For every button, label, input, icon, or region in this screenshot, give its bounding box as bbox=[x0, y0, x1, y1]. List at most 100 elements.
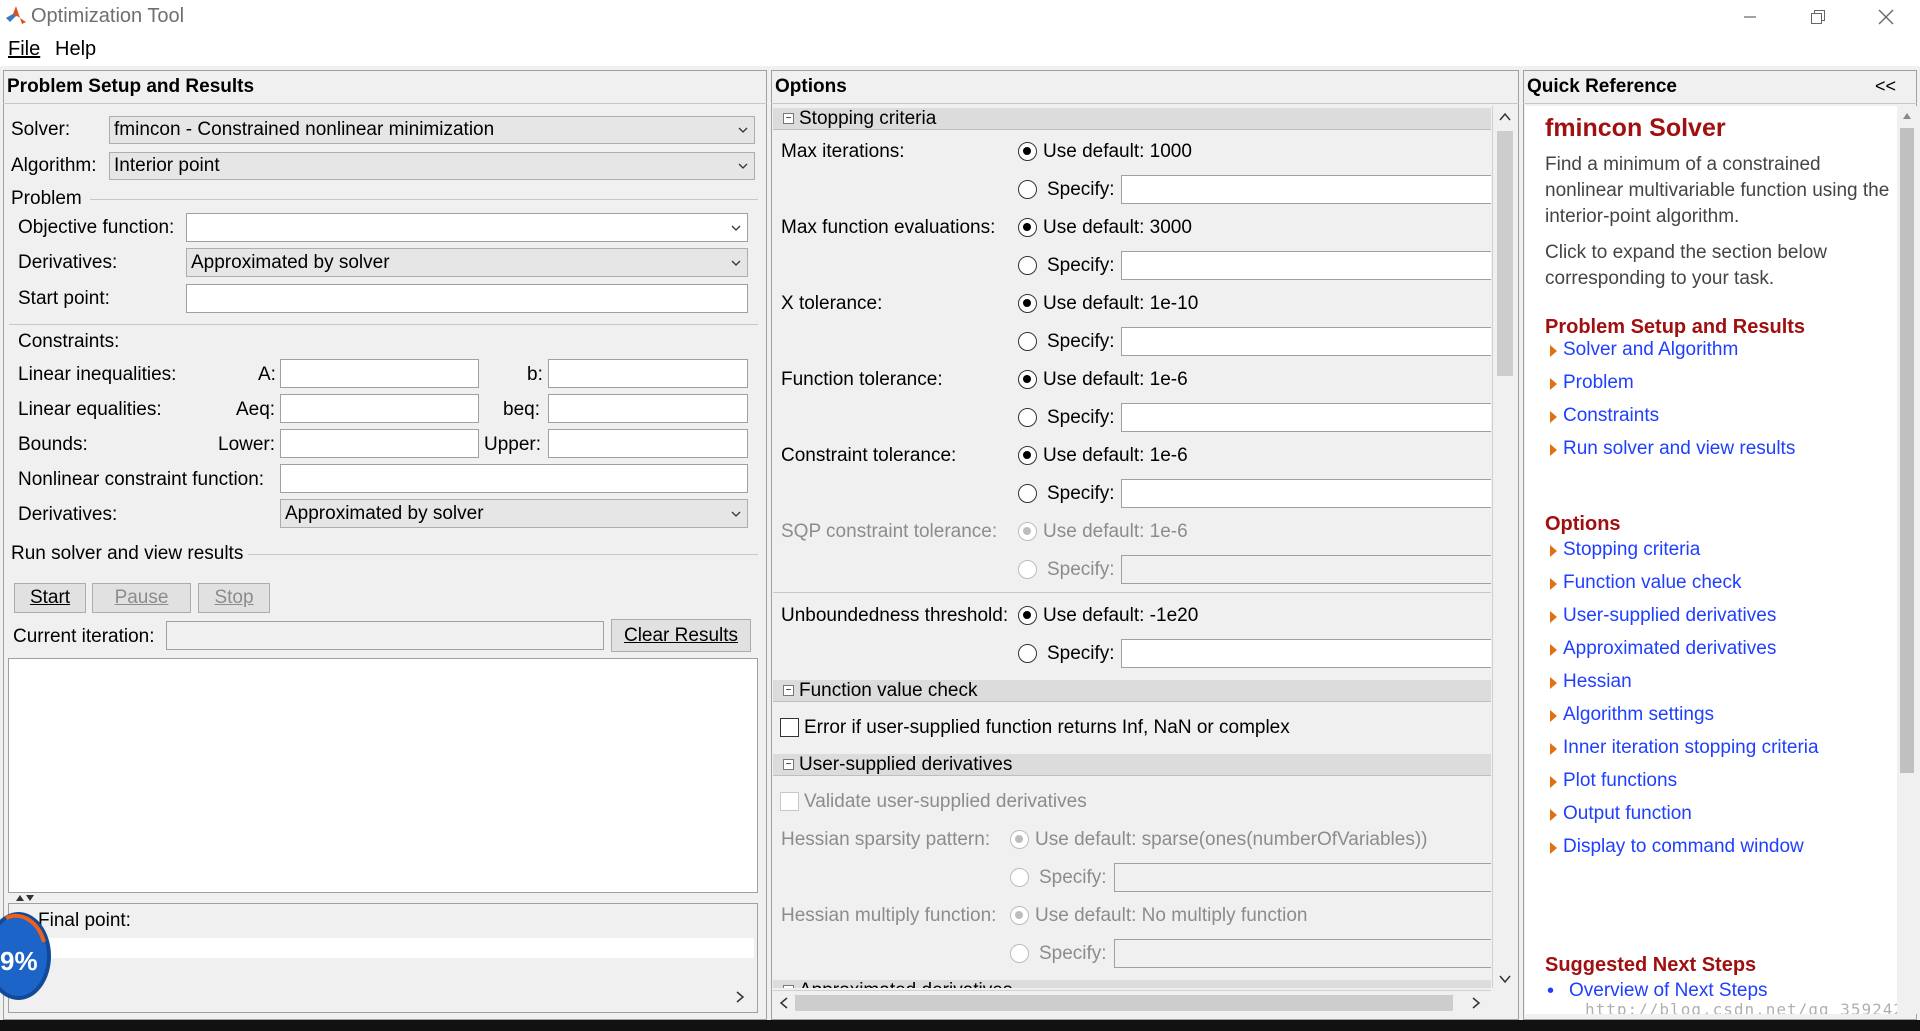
options-scroll-area: − Stopping criteria Max iterations: Use … bbox=[773, 106, 1491, 988]
qr-vertical-scrollbar[interactable] bbox=[1897, 106, 1917, 1014]
chevron-up-icon[interactable] bbox=[1499, 112, 1511, 122]
qr-link-run-solver-and-view-results[interactable]: Run solver and view results bbox=[1563, 438, 1795, 460]
validate-derivatives-checkbox[interactable] bbox=[780, 792, 799, 811]
derivatives-dropdown[interactable]: Approximated by solver bbox=[186, 248, 748, 277]
hessian-sparsity-specify-radio[interactable] bbox=[1010, 868, 1029, 887]
options-vertical-scrollbar[interactable] bbox=[1492, 106, 1516, 988]
algorithm-dropdown[interactable]: Interior point bbox=[109, 152, 755, 180]
lower-bound-input[interactable] bbox=[280, 429, 479, 458]
qr-link-algorithm-settings[interactable]: Algorithm settings bbox=[1563, 704, 1714, 726]
current-iteration-field bbox=[166, 621, 604, 650]
function-tolerance-default-radio[interactable] bbox=[1018, 370, 1037, 389]
a-matrix-input[interactable] bbox=[280, 359, 479, 388]
qr-link-output-function[interactable]: Output function bbox=[1563, 803, 1692, 825]
chevron-left-icon[interactable] bbox=[779, 997, 789, 1009]
minimize-button[interactable] bbox=[1716, 0, 1784, 34]
constraint-tolerance-specify-input[interactable] bbox=[1121, 479, 1491, 508]
qr-link-display-to-command-window[interactable]: Display to command window bbox=[1563, 836, 1804, 858]
chevron-right-icon[interactable] bbox=[734, 990, 746, 1004]
options-horizontal-scrollbar[interactable] bbox=[773, 990, 1491, 1014]
user-supplied-derivatives-header[interactable]: − User-supplied derivatives bbox=[773, 754, 1491, 776]
b-vector-input[interactable] bbox=[548, 359, 748, 388]
error-inf-nan-checkbox[interactable] bbox=[780, 718, 799, 737]
stop-button[interactable]: Stop bbox=[198, 583, 270, 613]
splitter-handle-icon[interactable] bbox=[14, 893, 36, 903]
max-iterations-default-radio[interactable] bbox=[1018, 142, 1037, 161]
x-tolerance-default-radio[interactable] bbox=[1018, 294, 1037, 313]
max-iterations-specify-input[interactable] bbox=[1121, 175, 1491, 204]
expand-arrow-icon bbox=[1550, 644, 1557, 656]
results-output-area[interactable] bbox=[8, 658, 758, 893]
max-function-evaluations-specify-input[interactable] bbox=[1121, 251, 1491, 280]
qr-link-overview-of-next-steps[interactable]: Overview of Next Steps bbox=[1569, 980, 1768, 1002]
chevron-up-icon[interactable] bbox=[1902, 112, 1912, 120]
qr-section-next-steps: Suggested Next Steps bbox=[1545, 954, 1757, 976]
start-button[interactable]: Start bbox=[14, 583, 86, 613]
max-iterations-specify-label: Specify: bbox=[1047, 179, 1115, 200]
max-function-evaluations-default-radio[interactable] bbox=[1018, 218, 1037, 237]
sqp-constraint-tolerance-default-radio[interactable] bbox=[1018, 522, 1037, 541]
stopping-criteria-header[interactable]: − Stopping criteria bbox=[773, 108, 1491, 130]
sqp-constraint-tolerance-specify-radio[interactable] bbox=[1018, 560, 1037, 579]
qr-link-user-supplied-derivatives[interactable]: User-supplied derivatives bbox=[1563, 605, 1776, 627]
upper-bound-input[interactable] bbox=[548, 429, 748, 458]
objective-function-input[interactable] bbox=[186, 213, 748, 242]
qr-description: Find a minimum of a constrained nonlinea… bbox=[1545, 154, 1890, 227]
hessian-multiply-default-radio[interactable] bbox=[1010, 906, 1029, 925]
unboundedness-threshold-default-radio[interactable] bbox=[1018, 606, 1037, 625]
qr-link-approximated-derivatives[interactable]: Approximated derivatives bbox=[1563, 638, 1776, 660]
x-tolerance-specify-radio[interactable] bbox=[1018, 332, 1037, 351]
approximated-derivatives-header[interactable]: − Approximated derivatives bbox=[773, 980, 1491, 988]
nonlinear-derivatives-dropdown[interactable]: Approximated by solver bbox=[280, 499, 748, 528]
max-iterations-specify-radio[interactable] bbox=[1018, 180, 1037, 199]
unboundedness-threshold-specify-input[interactable] bbox=[1121, 639, 1491, 668]
solver-dropdown[interactable]: fmincon - Constrained nonlinear minimiza… bbox=[109, 116, 755, 144]
beq-vector-input[interactable] bbox=[548, 394, 748, 423]
qr-link-problem[interactable]: Problem bbox=[1563, 372, 1634, 394]
qr-link-function-value-check[interactable]: Function value check bbox=[1563, 572, 1742, 594]
options-hscroll-thumb[interactable] bbox=[795, 995, 1453, 1011]
qr-link-inner-iteration-stopping-criteria[interactable]: Inner iteration stopping criteria bbox=[1563, 737, 1819, 759]
restore-button[interactable] bbox=[1784, 0, 1852, 34]
error-inf-nan-label: Error if user-supplied function returns … bbox=[804, 717, 1290, 738]
nonlinear-derivatives-value: Approximated by solver bbox=[285, 502, 484, 524]
expand-arrow-icon bbox=[1550, 842, 1557, 854]
function-tolerance-specify-radio[interactable] bbox=[1018, 408, 1037, 427]
start-point-input[interactable] bbox=[186, 284, 748, 313]
nonlinear-constraint-input[interactable] bbox=[280, 464, 748, 493]
unboundedness-divider bbox=[773, 592, 1491, 593]
hessian-sparsity-input[interactable] bbox=[1114, 863, 1491, 892]
qr-link-plot-functions[interactable]: Plot functions bbox=[1563, 770, 1677, 792]
final-point-table[interactable] bbox=[14, 938, 754, 958]
hessian-multiply-specify-radio[interactable] bbox=[1010, 944, 1029, 963]
qr-link-stopping-criteria[interactable]: Stopping criteria bbox=[1563, 539, 1700, 561]
sqp-constraint-tolerance-specify-input[interactable] bbox=[1121, 555, 1491, 584]
chevron-down-icon[interactable] bbox=[1499, 974, 1511, 984]
x-tolerance-specify-input[interactable] bbox=[1121, 327, 1491, 356]
clear-results-button[interactable]: Clear Results bbox=[611, 619, 751, 652]
qr-link-solver-and-algorithm[interactable]: Solver and Algorithm bbox=[1563, 339, 1738, 361]
function-value-check-header[interactable]: − Function value check bbox=[773, 680, 1491, 702]
collapse-panel-button[interactable]: << bbox=[1875, 76, 1896, 97]
function-tolerance-specify-input[interactable] bbox=[1121, 403, 1491, 432]
close-button[interactable] bbox=[1852, 0, 1920, 34]
options-vscroll-thumb[interactable] bbox=[1497, 131, 1513, 376]
pause-button[interactable]: Pause bbox=[92, 583, 191, 613]
aeq-matrix-input[interactable] bbox=[280, 394, 479, 423]
menu-help[interactable]: Help bbox=[55, 38, 96, 61]
max-function-evaluations-specify-radio[interactable] bbox=[1018, 256, 1037, 275]
constraint-tolerance-default-radio[interactable] bbox=[1018, 446, 1037, 465]
qr-vscroll-thumb[interactable] bbox=[1900, 128, 1914, 773]
constraint-tolerance-label: Constraint tolerance: bbox=[781, 445, 957, 466]
chevron-right-icon[interactable] bbox=[1471, 997, 1481, 1009]
hessian-sparsity-default-radio[interactable] bbox=[1010, 830, 1029, 849]
qr-link-constraints[interactable]: Constraints bbox=[1563, 405, 1659, 427]
function-tolerance-specify-label: Specify: bbox=[1047, 407, 1115, 428]
menu-file[interactable]: File bbox=[8, 38, 40, 61]
qr-link-hessian[interactable]: Hessian bbox=[1563, 671, 1632, 693]
taskbar-strip bbox=[0, 1020, 1920, 1031]
unboundedness-threshold-specify-radio[interactable] bbox=[1018, 644, 1037, 663]
constraint-tolerance-specify-radio[interactable] bbox=[1018, 484, 1037, 503]
hessian-multiply-input[interactable] bbox=[1114, 939, 1491, 968]
qr-heading: fmincon Solver bbox=[1545, 114, 1726, 142]
